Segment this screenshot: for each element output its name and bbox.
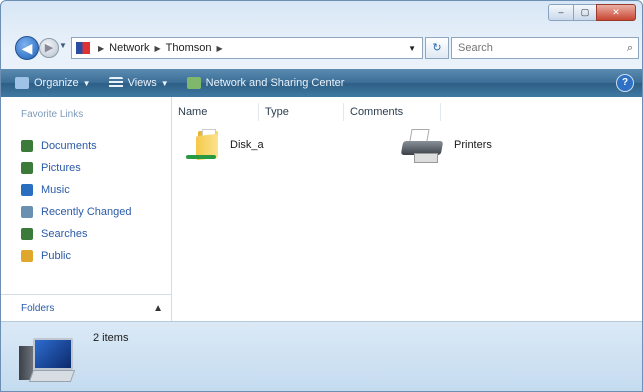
breadcrumb-network[interactable]: Network [109, 42, 149, 54]
organize-button[interactable]: Organize ▼ [11, 72, 95, 94]
network-center-label: Network and Sharing Center [205, 77, 345, 89]
favorite-links-heading: Favorite Links [21, 109, 84, 120]
network-icon [76, 42, 90, 54]
network-center-icon [186, 77, 201, 89]
network-sharing-center-button[interactable]: Network and Sharing Center [183, 72, 349, 94]
nav-link-documents[interactable]: Documents [21, 135, 132, 157]
nav-link-searches[interactable]: Searches [21, 223, 132, 245]
details-pane: 2 items [1, 321, 642, 391]
nav-link-label: Music [41, 184, 70, 196]
nav-link-label: Documents [41, 140, 97, 152]
chevron-down-icon: ▼ [82, 78, 91, 88]
nav-link-music[interactable]: Music [21, 179, 132, 201]
column-header-comments[interactable]: Comments [344, 103, 441, 121]
shared-folder-icon [186, 129, 222, 161]
folders-label: Folders [21, 302, 55, 314]
minimize-button[interactable]: – [548, 4, 574, 21]
back-button[interactable]: ◀ [15, 36, 39, 60]
maximize-button[interactable]: ▢ [574, 4, 596, 21]
computer-icon [19, 338, 76, 384]
file-item-label: Printers [454, 139, 492, 151]
folders-toggle[interactable]: Folders ▲ [1, 294, 171, 321]
chevron-up-icon[interactable]: ▲ [153, 303, 163, 314]
recent-icon [21, 206, 33, 218]
nav-link-label: Searches [41, 228, 88, 240]
public-icon [21, 250, 33, 262]
nav-link-public[interactable]: Public [21, 245, 132, 267]
close-button[interactable]: ✕ [596, 4, 636, 21]
navigation-pane: Favorite Links Documents Pictures Music … [1, 97, 172, 321]
printers-icon [400, 127, 446, 163]
address-row: ◀ ▶ ▼ ▶ Network ▶ Thomson ▶ ▼ ↻ ⌕ [11, 35, 639, 61]
nav-link-label: Pictures [41, 162, 81, 174]
nav-link-recently-changed[interactable]: Recently Changed [21, 201, 132, 223]
address-bar[interactable]: ▶ Network ▶ Thomson ▶ ▼ [71, 37, 423, 59]
searches-icon [21, 228, 33, 240]
help-button[interactable]: ? [616, 74, 634, 92]
nav-link-label: Recently Changed [41, 206, 132, 218]
explorer-window: – ▢ ✕ ◀ ▶ ▼ ▶ Network ▶ Thomson ▶ ▼ ↻ ⌕ … [0, 0, 643, 392]
pictures-icon [21, 162, 33, 174]
column-header-type[interactable]: Type [259, 103, 344, 121]
views-button[interactable]: Views ▼ [105, 72, 173, 94]
views-label: Views [127, 77, 157, 89]
file-item-printers[interactable]: Printers [400, 127, 492, 163]
search-icon[interactable]: ⌕ [622, 42, 638, 55]
organize-icon [15, 77, 29, 89]
file-item-label: Disk_a [230, 139, 264, 151]
command-bar: Organize ▼ Views ▼ Network and Sharing C… [1, 69, 642, 97]
documents-icon [21, 140, 33, 152]
views-icon [108, 77, 123, 89]
nav-link-pictures[interactable]: Pictures [21, 157, 132, 179]
file-list: Name Type Comments Disk_a Printers [172, 97, 642, 321]
refresh-button[interactable]: ↻ [425, 37, 449, 59]
column-headers: Name Type Comments [172, 103, 642, 121]
chevron-right-icon[interactable]: ▶ [217, 44, 223, 53]
chevron-right-icon[interactable]: ▶ [155, 44, 161, 53]
caption-buttons: – ▢ ✕ [548, 4, 636, 21]
organize-label: Organize [34, 77, 79, 89]
recent-pages-dropdown[interactable]: ▼ [59, 41, 67, 50]
column-header-name[interactable]: Name [172, 103, 259, 121]
favorite-links-list: Documents Pictures Music Recently Change… [21, 135, 132, 267]
chevron-right-icon[interactable]: ▶ [98, 44, 104, 53]
nav-link-label: Public [41, 250, 71, 262]
item-count: 2 items [93, 332, 129, 344]
chevron-down-icon: ▼ [160, 78, 169, 88]
search-box[interactable]: ⌕ [451, 37, 639, 59]
forward-button[interactable]: ▶ [39, 38, 59, 58]
music-icon [21, 184, 33, 196]
breadcrumb-thomson[interactable]: Thomson [166, 42, 212, 54]
search-input[interactable] [452, 41, 622, 55]
file-item-disk-a[interactable]: Disk_a [186, 129, 264, 161]
address-dropdown-icon[interactable]: ▼ [408, 44, 416, 53]
